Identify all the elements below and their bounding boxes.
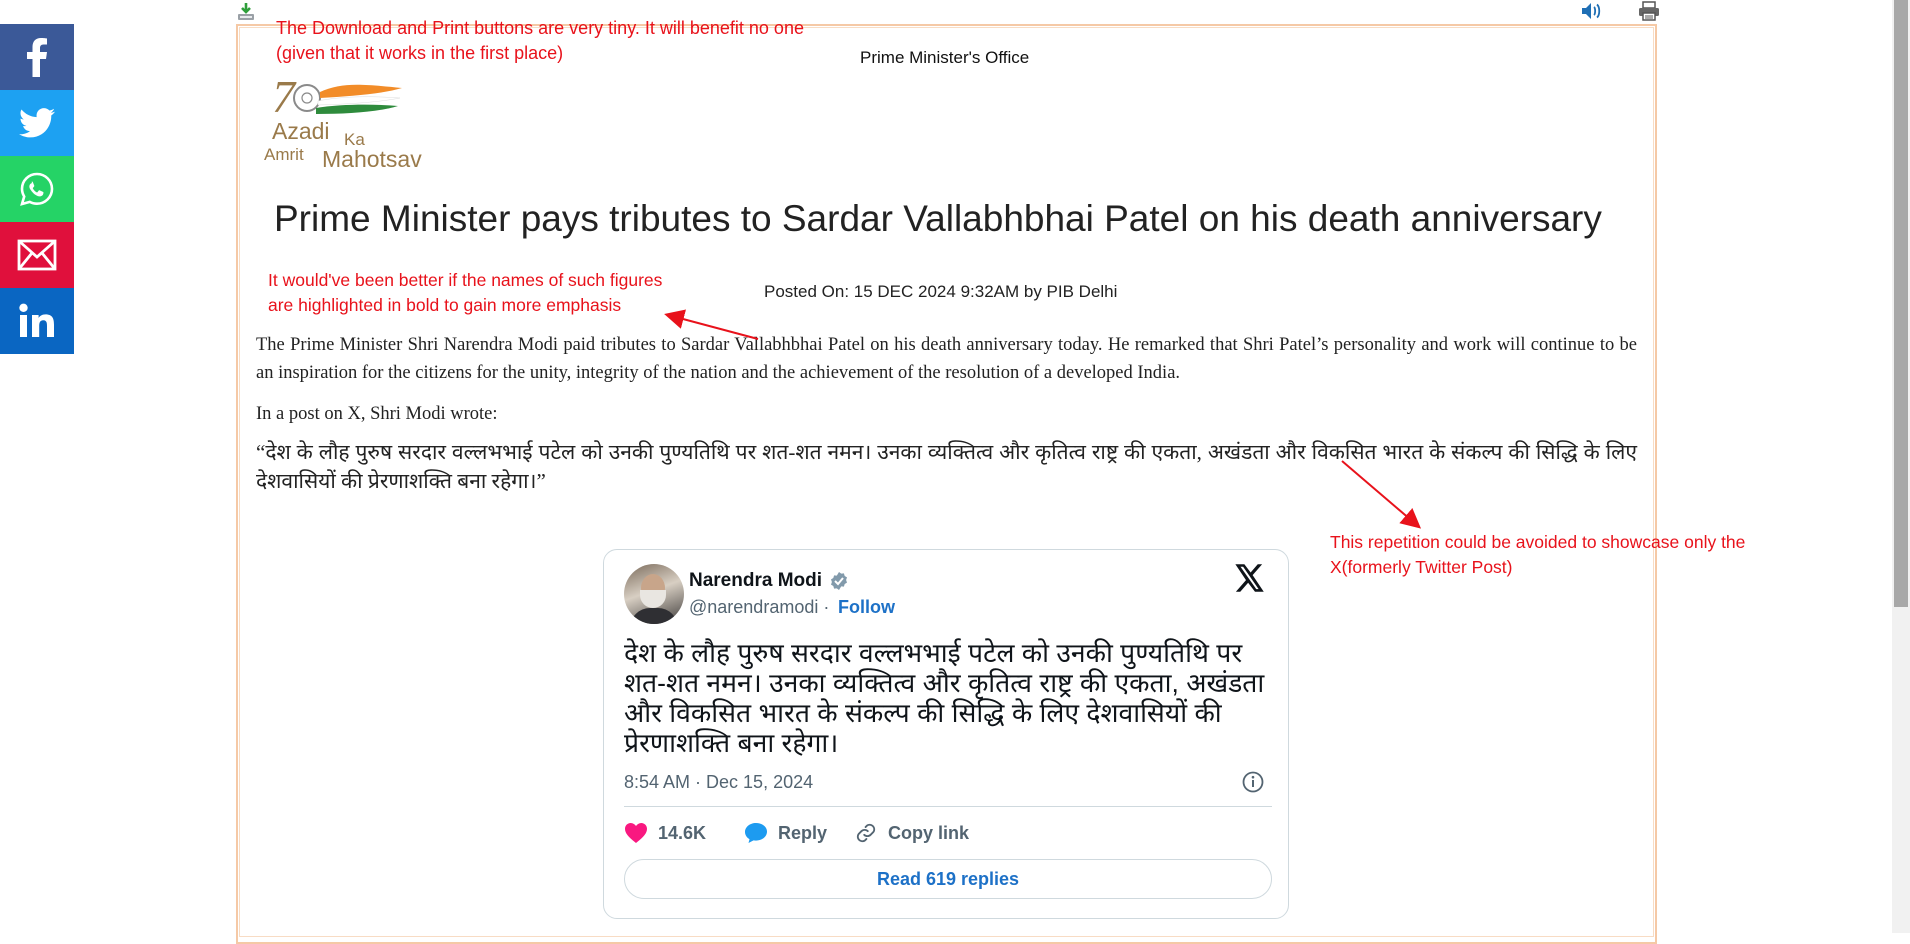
logo-word-azadi: Azadi <box>272 118 330 144</box>
email-icon <box>17 239 57 271</box>
tweet-timestamp[interactable]: 8:54 AM · Dec 15, 2024 <box>624 772 813 793</box>
heart-icon <box>625 823 647 843</box>
social-share-bar <box>0 24 74 354</box>
like-count: 14.6K <box>658 822 707 843</box>
annotation-bold-names: It would've been better if the names of … <box>268 270 663 315</box>
reply-button[interactable]: Reply <box>744 822 827 844</box>
copy-link-button[interactable]: Copy link <box>854 822 969 844</box>
tweet-handle: @narendramodi · <box>689 597 830 617</box>
page-scrollbar-thumb[interactable] <box>1894 0 1908 607</box>
info-icon[interactable] <box>1242 771 1264 793</box>
tweet-divider <box>624 806 1272 807</box>
whatsapp-share-button[interactable] <box>0 156 74 222</box>
twitter-icon <box>19 108 55 138</box>
read-replies-button[interactable]: Read 619 replies <box>624 859 1272 899</box>
article-paragraph-1: The Prime Minister Shri Narendra Modi pa… <box>256 335 1637 383</box>
annotation-repetition: This repetition could be avoided to show… <box>1330 532 1746 577</box>
reply-bubble-icon <box>745 823 767 843</box>
facebook-icon <box>27 38 47 77</box>
linkedin-share-button[interactable] <box>0 288 74 354</box>
listen-button[interactable] <box>1580 1 1602 26</box>
verified-badge-icon <box>831 572 847 590</box>
speaker-icon <box>1582 3 1601 19</box>
azadi-ka-amrit-mahotsav-logo: 7 Azadi Ka Amrit Mahotsav <box>262 71 442 174</box>
reply-label: Reply <box>778 822 828 843</box>
annotation-download-print: The Download and Print buttons are very … <box>276 18 804 63</box>
copy-link-label: Copy link <box>888 822 970 843</box>
download-icon <box>238 3 254 20</box>
tweet-author-name[interactable]: Narendra Modi <box>689 570 822 592</box>
link-icon <box>856 823 876 843</box>
download-button[interactable] <box>236 2 256 27</box>
like-button[interactable]: 14.6K <box>624 822 706 844</box>
article-quote: “देश के लौह पुरुष सरदार वल्लभभाई पटेल को… <box>256 440 1637 493</box>
whatsapp-icon <box>20 172 54 206</box>
avatar[interactable] <box>624 564 684 624</box>
tweet-text: देश के लौह पुरुष सरदार वल्लभभाई पटेल को … <box>624 638 1265 758</box>
posted-date: Posted On: 15 DEC 2024 9:32AM by PIB Del… <box>764 282 1118 301</box>
x-logo-icon[interactable] <box>1235 564 1265 592</box>
article-paragraph-2: In a post on X, Shri Modi wrote: <box>256 404 498 424</box>
logo-word-mahotsav: Mahotsav <box>322 146 422 172</box>
print-icon <box>1639 1 1659 21</box>
follow-button[interactable]: Follow <box>838 597 895 618</box>
page-title: Prime Minister pays tributes to Sardar V… <box>274 198 1602 239</box>
office-name: Prime Minister's Office <box>860 48 1030 67</box>
logo-word-amrit: Amrit <box>264 145 304 164</box>
twitter-share-button[interactable] <box>0 90 74 156</box>
linkedin-icon <box>19 303 54 337</box>
email-share-button[interactable] <box>0 222 74 288</box>
print-button[interactable] <box>1638 1 1660 26</box>
embedded-tweet[interactable]: Narendra Modi @narendramodi · Follow देश… <box>603 549 1289 919</box>
facebook-share-button[interactable] <box>0 24 74 90</box>
